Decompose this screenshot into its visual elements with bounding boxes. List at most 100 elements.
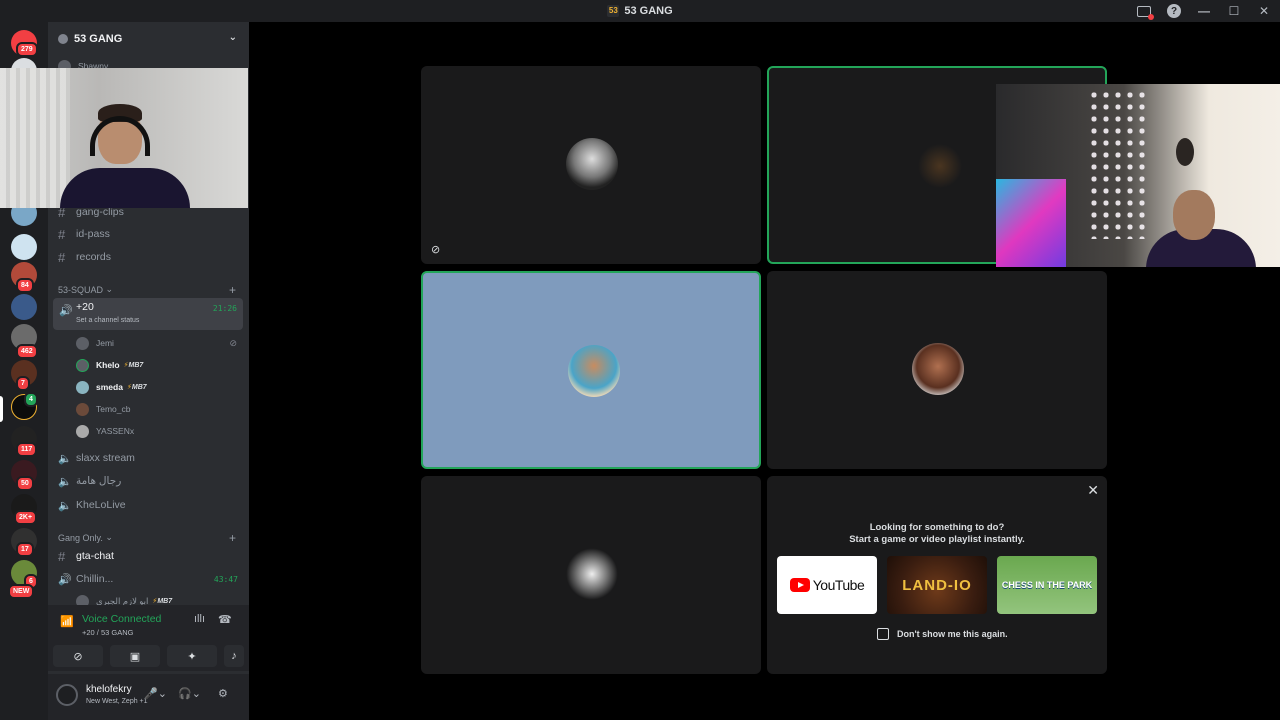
channel-id-pass[interactable]: # id-pass xyxy=(58,224,238,244)
settings-gear-icon[interactable]: ⚙ xyxy=(218,687,228,700)
screen-share-icon[interactable] xyxy=(1136,3,1154,20)
speaker-icon: 🔊 xyxy=(58,573,72,586)
user-name: Khelo xyxy=(96,360,120,370)
muted-icon: ⊘ xyxy=(229,337,237,348)
checkbox[interactable] xyxy=(877,628,889,640)
voice-channel[interactable]: 🔈 رجال هامة xyxy=(58,471,238,491)
user-tag: ⚡MB7 xyxy=(152,598,173,605)
voice-user[interactable]: smeda ⚡MB7 xyxy=(76,378,241,396)
share-screen-button[interactable]: ▣ xyxy=(110,645,160,667)
active-voice-channel[interactable]: 🔊 +20 Set a channel status 21:26 xyxy=(53,298,243,330)
participant-tile[interactable] xyxy=(767,271,1107,469)
category-53-squad[interactable]: 53-SQUAD ⌄ + xyxy=(58,283,238,297)
land-io-activity-card[interactable]: LAND-IO xyxy=(887,556,987,614)
unread-badge: 17 xyxy=(16,542,34,557)
close-icon[interactable]: ✕ xyxy=(1087,482,1099,499)
title-bar: 53 53 GANG ? — ☐ ✕ xyxy=(0,0,1280,22)
user-name[interactable]: khelofekry xyxy=(86,684,132,695)
youtube-activity-card[interactable]: YouTube xyxy=(777,556,877,614)
selected-server-pill xyxy=(0,396,3,422)
avatar xyxy=(76,380,89,394)
channel-gta-chat[interactable]: # gta-chat xyxy=(58,546,238,566)
speaker-icon: 🔊 xyxy=(59,305,73,317)
help-icon[interactable]: ? xyxy=(1166,3,1182,19)
unread-badge: 279 xyxy=(16,42,38,57)
avatar xyxy=(566,548,618,600)
camera-toggle-button[interactable]: ⊘ xyxy=(53,645,103,667)
server-icon[interactable] xyxy=(11,294,37,320)
signal-icon: 📶 xyxy=(60,616,74,628)
window-title: 53 GANG xyxy=(624,5,673,17)
participant-tile-speaking[interactable] xyxy=(421,271,761,469)
pc-rig xyxy=(996,179,1066,267)
channel-label: KheLoLive xyxy=(76,499,126,511)
activities-button[interactable]: ✦ xyxy=(167,645,217,667)
speaker-icon: 🔈 xyxy=(58,452,72,465)
category-gang-only[interactable]: Gang Only. ⌄ + xyxy=(58,531,238,545)
avatar xyxy=(566,138,618,190)
headphones-icon[interactable]: 🎧⌄ xyxy=(178,687,201,700)
avatar xyxy=(568,345,620,397)
channel-label: slaxx stream xyxy=(76,452,135,464)
unread-badge: 117 xyxy=(16,442,38,457)
channel-records[interactable]: # records xyxy=(58,247,238,267)
unread-badge: 7 xyxy=(16,376,30,391)
muted-icon: ⊘ xyxy=(431,244,441,256)
close-window-button[interactable]: ✕ xyxy=(1256,3,1272,19)
server-icon[interactable] xyxy=(11,234,37,260)
dont-show-again-option[interactable]: Don't show me this again. xyxy=(877,628,1008,640)
noise-suppression-icon[interactable]: ıllı xyxy=(194,613,205,625)
channel-label: Chillin... xyxy=(76,573,114,585)
user-panel: khelofekry New West, Zeph +1 🎤⌄ 🎧⌄ ⚙ xyxy=(48,674,249,720)
server-header[interactable]: 53 GANG ⌄ xyxy=(48,22,249,56)
avatar[interactable] xyxy=(56,684,78,706)
user-tag: ⚡MB7 xyxy=(123,362,144,369)
channel-label: id-pass xyxy=(76,228,110,240)
webcam-overlay xyxy=(0,68,248,208)
server-settings-icon xyxy=(58,34,68,44)
channel-label: records xyxy=(76,251,112,263)
add-channel-icon[interactable]: + xyxy=(229,531,236,545)
channel-status[interactable]: Set a channel status xyxy=(76,317,139,324)
user-name: Jemi xyxy=(96,338,114,348)
voice-user[interactable]: Khelo ⚡MB7 xyxy=(76,356,241,374)
voice-channel-chillin[interactable]: 🔊 Chillin... 43:47 xyxy=(58,569,238,589)
voice-timer: 43:47 xyxy=(213,574,238,584)
voice-controls: ⊘ ▣ ✦ ♪ xyxy=(48,643,249,671)
avatar xyxy=(914,140,966,192)
voice-connected-subtitle[interactable]: +20 / 53 GANG xyxy=(82,628,134,637)
voice-connected-label[interactable]: Voice Connected xyxy=(82,613,161,625)
avatar xyxy=(76,402,89,416)
voice-user[interactable]: YASSENx xyxy=(76,422,241,440)
avatar xyxy=(912,343,964,395)
user-name: YASSENx xyxy=(96,426,135,436)
voice-stage: ⊘ ✕ Looking for something to do? Start a… xyxy=(249,22,1280,720)
unread-badge: 4 xyxy=(24,392,38,407)
voice-channel[interactable]: 🔈 KheLoLive xyxy=(58,495,238,515)
disconnect-icon[interactable]: ☎ xyxy=(218,613,232,626)
hash-icon: # xyxy=(58,548,66,564)
soundboard-button[interactable]: ♪ xyxy=(224,645,244,667)
microphone-icon[interactable]: 🎤⌄ xyxy=(144,687,167,700)
unread-badge: 84 xyxy=(16,278,34,293)
channel-label: رجال هامة xyxy=(76,475,122,487)
user-tag: ⚡MB7 xyxy=(126,384,147,391)
new-badge: NEW xyxy=(8,584,35,599)
chess-activity-card[interactable]: CHESS IN THE PARK xyxy=(997,556,1097,614)
voice-user[interactable]: Temo_cb xyxy=(76,400,241,418)
add-channel-icon[interactable]: + xyxy=(229,283,236,297)
voice-user[interactable]: Jemi ⊘ xyxy=(76,334,241,352)
unread-badge: 50 xyxy=(16,476,34,491)
participant-tile[interactable] xyxy=(421,476,761,674)
maximize-button[interactable]: ☐ xyxy=(1226,3,1242,19)
voice-channel[interactable]: 🔈 slaxx stream xyxy=(58,448,238,468)
minimize-button[interactable]: — xyxy=(1196,3,1212,19)
youtube-icon xyxy=(789,578,810,592)
user-name: Temo_cb xyxy=(96,404,131,414)
chevron-down-icon: ⌄ xyxy=(228,32,237,43)
webcam-overlay-right xyxy=(996,84,1280,267)
user-status: New West, Zeph +1 xyxy=(86,698,148,705)
app-logo-icon: 53 xyxy=(607,5,620,17)
checkbox-label: Don't show me this again. xyxy=(897,629,1008,639)
participant-tile[interactable]: ⊘ xyxy=(421,66,761,264)
